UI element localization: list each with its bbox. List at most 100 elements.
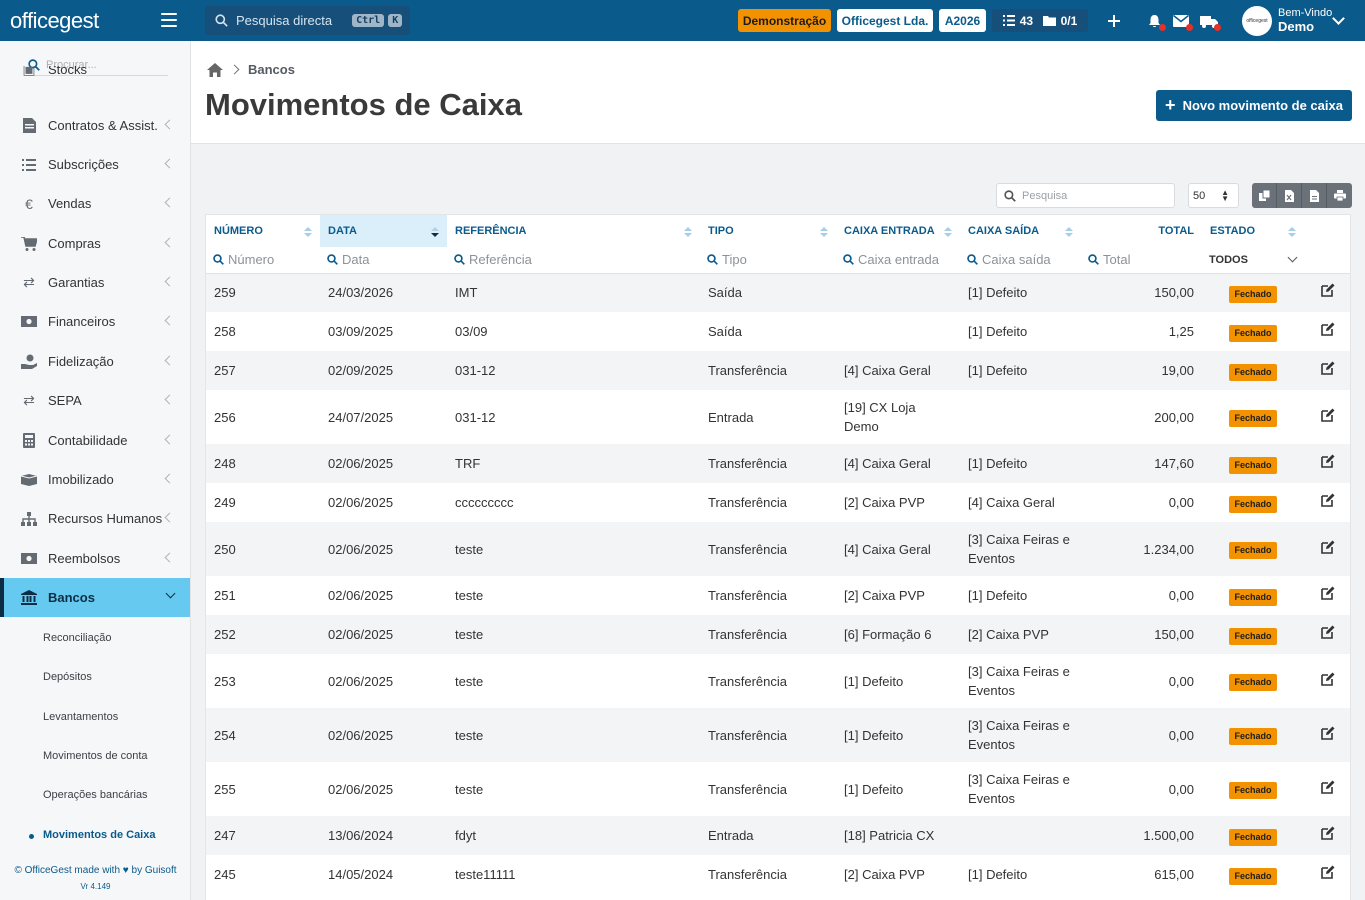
table-row[interactable]: 259 24/03/2026 IMT Saída [1] Defeito 150,00 Fe…	[206, 273, 1350, 312]
filter-referencia-input[interactable]: Referência	[447, 247, 700, 274]
estado-filter-select[interactable]: TODOS	[1202, 247, 1304, 274]
logo[interactable]: officegest	[0, 0, 191, 41]
sidebar-subitem-levantamentos[interactable]: Levantamentos	[43, 711, 118, 723]
sidebar-item-compras[interactable]: Compras	[0, 224, 190, 263]
sidebar-item-financeiros[interactable]: Financeiros	[0, 302, 190, 341]
global-search-input[interactable]: Pesquisa directa Ctrl K	[205, 6, 410, 35]
cell-data: 02/06/2025	[320, 522, 447, 576]
pdf-button[interactable]	[1302, 183, 1327, 208]
sidebar-subitem-depositos[interactable]: Depósitos	[43, 671, 92, 683]
column-header-tipo[interactable]: TIPO	[700, 215, 836, 247]
filter-caixa-saida-input[interactable]: Caixa saída	[960, 247, 1081, 274]
column-header-actions	[1304, 215, 1350, 247]
table-row[interactable]: 253 02/06/2025 teste Transferência [1] Defei…	[206, 654, 1350, 708]
filter-actions-cell	[1304, 247, 1350, 274]
sidebar-item-sepa[interactable]: ⇄ SEPA	[0, 381, 190, 420]
menu-toggle-icon[interactable]	[161, 13, 177, 27]
sort-icon	[944, 227, 952, 237]
cell-tipo: Transferência	[700, 483, 836, 522]
sidebar-item-imobilizado[interactable]: Imobilizado	[0, 460, 190, 499]
table-row[interactable]: 256 24/07/2025 031-12 Entrada [19] CX Loja D…	[206, 390, 1350, 444]
breadcrumb-bancos[interactable]: Bancos	[248, 62, 295, 77]
home-icon[interactable]	[207, 62, 223, 77]
table-row[interactable]: 252 02/06/2025 teste Transferência [6] Forma…	[206, 615, 1350, 654]
sidebar-item-stocks[interactable]: ▣ Stocks	[0, 66, 190, 86]
chevron-left-icon	[164, 276, 175, 287]
filter-total-input[interactable]: Total	[1081, 247, 1202, 274]
chevron-down-icon[interactable]	[1332, 12, 1345, 25]
edit-icon[interactable]	[1321, 493, 1335, 507]
column-header-estado[interactable]: ESTADO	[1202, 215, 1304, 247]
column-header-data[interactable]: DATA	[320, 215, 447, 247]
cell-caixa-saida: [1] Defeito	[960, 273, 1081, 312]
filter-numero-input[interactable]: Número	[206, 247, 320, 274]
filter-caixa-entrada-input[interactable]: Caixa entrada	[836, 247, 960, 274]
avatar[interactable]: officegest	[1242, 6, 1272, 36]
sidebar-item-garantias[interactable]: ⇄ Garantias	[0, 263, 190, 302]
table-row[interactable]: 257 02/09/2025 031-12 Transferência [4] Caix…	[206, 351, 1350, 390]
table-row[interactable]: 250 02/06/2025 teste Transferência [4] Caixa…	[206, 522, 1350, 576]
counters[interactable]: 43 0/1	[992, 9, 1088, 32]
table-row[interactable]: 258 03/09/2025 03/09 Saída [1] Defeito 1,25 Fe…	[206, 312, 1350, 351]
edit-icon[interactable]	[1321, 672, 1335, 686]
edit-icon[interactable]	[1321, 283, 1335, 298]
cell-estado: Fechado	[1202, 312, 1304, 351]
mail-icon[interactable]	[1171, 11, 1193, 31]
sidebar-item-vendas[interactable]: € Vendas	[0, 184, 190, 223]
table-row[interactable]: 249 02/06/2025 ccccccccc Transferência [2] C…	[206, 483, 1350, 522]
plus-icon[interactable]	[1104, 11, 1124, 31]
edit-icon[interactable]	[1321, 408, 1335, 422]
table-row[interactable]: 255 02/06/2025 teste Transferência [1] Defei…	[206, 762, 1350, 816]
cell-tipo: Transferência	[700, 576, 836, 615]
user-menu[interactable]: Bem-Vindo Demo	[1278, 7, 1332, 33]
excel-button[interactable]	[1277, 183, 1302, 208]
print-button[interactable]	[1327, 183, 1352, 208]
column-header-caixa-entrada[interactable]: CAIXA ENTRADA	[836, 215, 960, 247]
edit-icon[interactable]	[1321, 540, 1335, 554]
docs-counter[interactable]: 0/1	[1042, 14, 1077, 28]
edit-icon[interactable]	[1321, 322, 1335, 336]
edit-icon[interactable]	[1321, 826, 1335, 840]
sidebar-subitem-reconciliacao[interactable]: Reconciliação	[43, 632, 111, 644]
sidebar-subitem-movimentos-conta[interactable]: Movimentos de conta	[43, 750, 148, 762]
year-selector[interactable]: A2026	[939, 9, 986, 32]
table-row[interactable]: 247 13/06/2024 fdyt Entrada [18] Patricia CX…	[206, 816, 1350, 855]
table-row[interactable]: 248 02/06/2025 TRF Transferência [4] Caixa G…	[206, 444, 1350, 483]
table-row[interactable]: 254 02/06/2025 teste Transferência [1] Defei…	[206, 708, 1350, 762]
filter-data-input[interactable]: Data	[320, 247, 447, 274]
delivery-truck-icon[interactable]	[1199, 11, 1221, 31]
edit-icon[interactable]	[1321, 780, 1335, 794]
column-header-total[interactable]: TOTAL	[1081, 215, 1202, 247]
sidebar-item-bancos[interactable]: Bancos	[0, 578, 190, 617]
table-row[interactable]: 251 02/06/2025 teste Transferência [2] Caixa…	[206, 576, 1350, 615]
column-header-referencia[interactable]: REFERÊNCIA	[447, 215, 700, 247]
page-size-select[interactable]: 50 ▲ ▼	[1188, 183, 1239, 208]
table-row[interactable]: 245 14/05/2024 teste11111 Transferência [2] …	[206, 855, 1350, 894]
sidebar-subitem-movimentos-caixa[interactable]: Movimentos de Caixa	[28, 829, 155, 841]
edit-icon[interactable]	[1321, 726, 1335, 740]
edit-icon[interactable]	[1321, 586, 1335, 600]
bell-icon[interactable]	[1144, 11, 1166, 31]
demo-badge[interactable]: Demonstração	[738, 9, 831, 32]
new-cash-movement-button[interactable]: + Novo movimento de caixa	[1156, 90, 1352, 121]
sidebar-subitem-operacoes-bancarias[interactable]: Operações bancárias	[43, 789, 148, 801]
sidebar-item-reembolsos[interactable]: Reembolsos	[0, 539, 190, 578]
filter-placeholder: Tipo	[722, 252, 747, 268]
sidebar-item-subscricoes[interactable]: Subscrições	[0, 145, 190, 184]
chevron-left-icon	[164, 434, 175, 445]
column-header-caixa-saida[interactable]: CAIXA SAÍDA	[960, 215, 1081, 247]
table-search-input[interactable]: Pesquisa	[996, 183, 1175, 208]
company-selector[interactable]: Officegest Lda.	[837, 9, 933, 32]
edit-icon[interactable]	[1321, 454, 1335, 468]
tasks-counter[interactable]: 43	[1002, 14, 1033, 28]
edit-icon[interactable]	[1321, 865, 1335, 879]
copy-button[interactable]	[1252, 183, 1277, 208]
sidebar-item-contratos[interactable]: Contratos & Assist.	[0, 106, 190, 145]
column-header-numero[interactable]: NÚMERO	[206, 215, 320, 247]
filter-tipo-input[interactable]: Tipo	[700, 247, 836, 274]
sidebar-item-recursos-humanos[interactable]: Recursos Humanos	[0, 499, 190, 538]
sidebar-item-contabilidade[interactable]: Contabilidade	[0, 421, 190, 460]
sidebar-item-fidelizacao[interactable]: Fidelização	[0, 342, 190, 381]
edit-icon[interactable]	[1321, 361, 1335, 375]
edit-icon[interactable]	[1321, 625, 1335, 639]
